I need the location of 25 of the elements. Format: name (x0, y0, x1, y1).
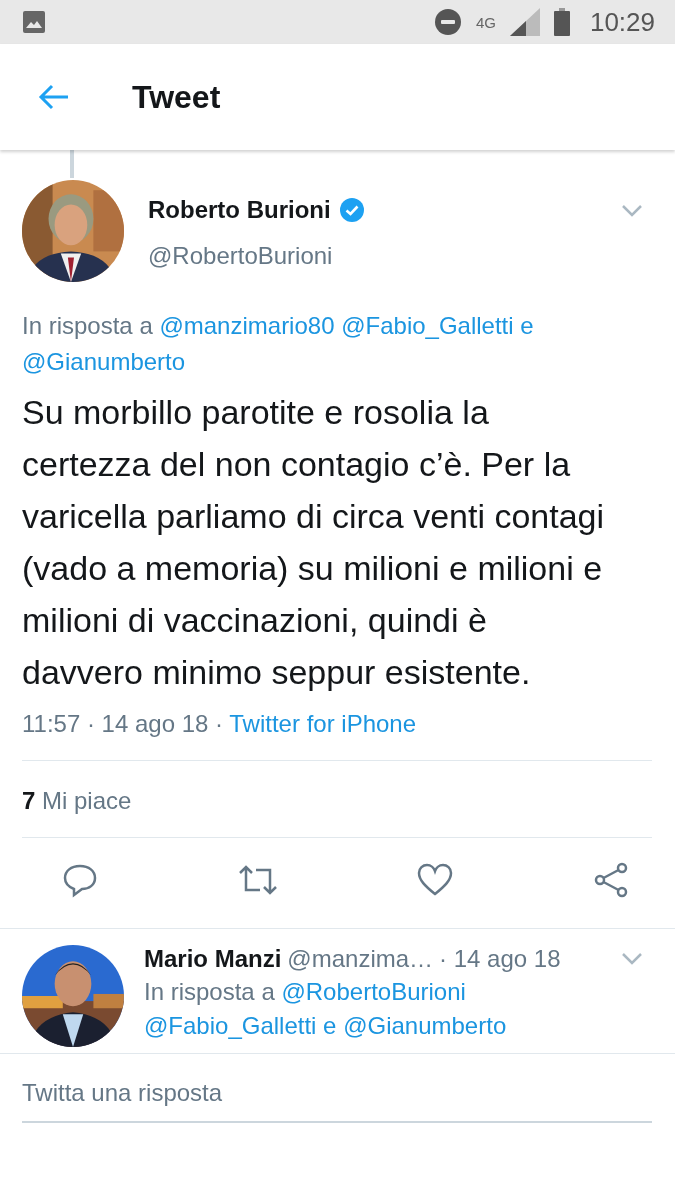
mention-link[interactable]: @manzimario80 (159, 312, 335, 339)
source-link[interactable]: Twitter for iPhone (229, 710, 417, 737)
image-icon (22, 10, 46, 34)
likes-count[interactable]: 7 Mi piace (22, 787, 653, 815)
author-handle[interactable]: @RobertoBurioni (148, 242, 621, 270)
mention-link[interactable]: @RobertoBurioni (281, 978, 466, 1005)
battery-icon (553, 8, 570, 36)
reply-to-text: In risposta a @RobertoBurioni @Fabio_Galletti e @Gianumberto (144, 977, 508, 1041)
mention-link[interactable]: @Fabio_Galletti e (341, 312, 534, 339)
signal-icon (509, 8, 540, 36)
network-label: 4G (475, 13, 496, 31)
reply-date: · 14 ago 18 (439, 945, 561, 973)
reply-author-handle[interactable]: @manzima… (287, 945, 434, 973)
reply-author-name[interactable]: Mario Manzi (144, 945, 282, 973)
mention-link[interactable]: @Gianumberto (22, 348, 186, 375)
mention-link[interactable]: @Fabio_Galletti e @Gianumberto (144, 1012, 507, 1039)
tweet-timestamp: 11:57 · 14 ago 18 · Twitter for iPhone (22, 710, 418, 738)
reply-to-text: In risposta a @manzimario80 @Fabio_Galletti e @Gianumberto (22, 311, 535, 377)
tweet-text: Su morbillo parotite e rosolia la certezza del non contagio c’è. Per la varicella parliamo di circa venti contagi (vado a memoria) su milioni e milioni e milioni di vaccinazioni, quindi è davvero minimo seppur esistente. (22, 392, 606, 693)
share-icon[interactable] (592, 860, 629, 900)
clock: 10:29 (589, 6, 655, 38)
reply-input-field[interactable]: Twitta una risposta (22, 1064, 652, 1123)
do-not-disturb-icon (433, 8, 462, 36)
page-title: Tweet (132, 78, 221, 116)
author-name[interactable]: Roberto Burioni (148, 196, 331, 224)
